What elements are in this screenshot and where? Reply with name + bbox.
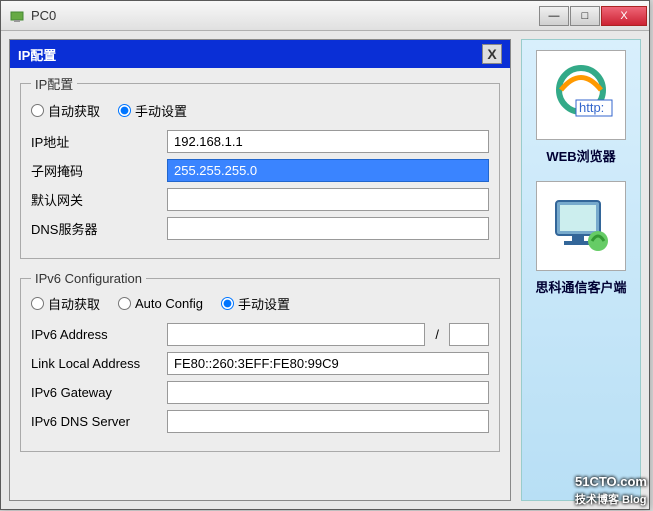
ipv6-address-label: IPv6 Address — [31, 327, 161, 342]
ip-config-panel: IP配置 X IP配置 自动获取 手动设置 IP地址 — [9, 39, 511, 501]
ipv6-prefix-input[interactable] — [449, 323, 489, 346]
web-browser-label: WEB浏览器 — [546, 146, 615, 165]
ipv6-gateway-label: IPv6 Gateway — [31, 385, 161, 400]
titlebar[interactable]: PC0 — □ X — [1, 1, 649, 31]
cisco-client-icon[interactable] — [536, 181, 626, 271]
ipv6-dns-label: IPv6 DNS Server — [31, 414, 161, 429]
ipv6-legend: IPv6 Configuration — [31, 271, 146, 286]
app-window: PC0 — □ X IP配置 X IP配置 自动获取 手动设置 — [0, 0, 650, 510]
window-title: PC0 — [31, 8, 538, 23]
panel-title: IP配置 — [18, 45, 56, 64]
ipv4-fieldset: IP配置 自动获取 手动设置 IP地址 子网掩码 — [20, 74, 500, 259]
gateway-input[interactable] — [167, 188, 489, 211]
prefix-slash: / — [431, 327, 443, 342]
close-button[interactable]: X — [601, 6, 647, 26]
ip-address-label: IP地址 — [31, 132, 161, 151]
minimize-button[interactable]: — — [539, 6, 569, 26]
linklocal-label: Link Local Address — [31, 356, 161, 371]
dns-label: DNS服务器 — [31, 219, 161, 238]
subnet-mask-label: 子网掩码 — [31, 161, 161, 180]
ipv4-manual-radio[interactable]: 手动设置 — [118, 101, 187, 120]
ipv4-legend: IP配置 — [31, 74, 77, 93]
ipv6-gateway-input[interactable] — [167, 381, 489, 404]
maximize-button[interactable]: □ — [570, 6, 600, 26]
web-browser-icon[interactable]: http: — [536, 50, 626, 140]
cisco-client-label: 思科通信客户端 — [535, 277, 626, 296]
panel-close-button[interactable]: X — [482, 44, 502, 64]
app-icon — [9, 8, 25, 24]
panel-header: IP配置 X — [10, 40, 510, 68]
ipv6-autoconfig-radio[interactable]: Auto Config — [118, 296, 203, 311]
linklocal-input[interactable] — [167, 352, 489, 375]
ipv6-manual-radio[interactable]: 手动设置 — [221, 294, 290, 313]
sidebar: http: WEB浏览器 思科通信客户端 — [521, 39, 641, 501]
ipv4-auto-radio[interactable]: 自动获取 — [31, 101, 100, 120]
ipv6-dns-input[interactable] — [167, 410, 489, 433]
gateway-label: 默认网关 — [31, 190, 161, 209]
dns-input[interactable] — [167, 217, 489, 240]
subnet-mask-input[interactable] — [167, 159, 489, 182]
ip-address-input[interactable] — [167, 130, 489, 153]
ipv6-fieldset: IPv6 Configuration 自动获取 Auto Config 手动设置… — [20, 271, 500, 452]
svg-text:http:: http: — [579, 100, 604, 115]
ipv6-auto-radio[interactable]: 自动获取 — [31, 294, 100, 313]
ipv6-address-input[interactable] — [167, 323, 425, 346]
